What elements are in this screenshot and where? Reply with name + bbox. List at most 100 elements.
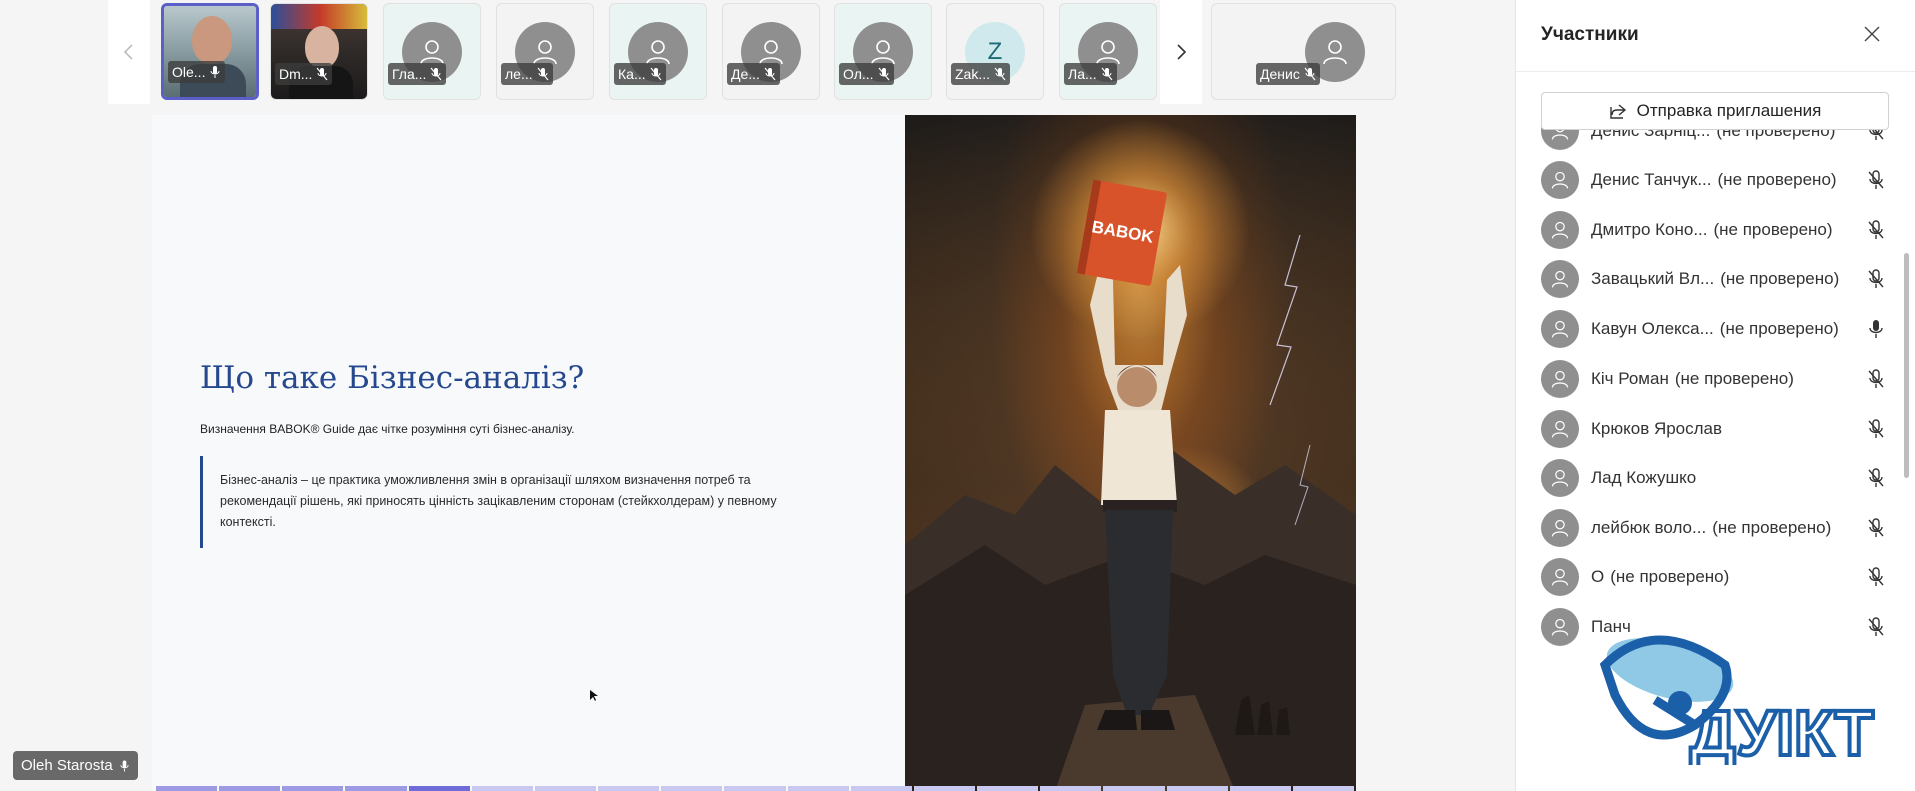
person-icon [1551,469,1569,487]
mic-off-icon [1868,567,1884,586]
participant-name: лейбюк воло... [1591,518,1707,537]
person-icon [646,39,670,64]
scrollbar[interactable] [1904,253,1909,478]
participant-tile[interactable]: ле... [496,3,594,100]
participant-tile[interactable]: Ка... [609,3,707,100]
person-icon [1551,270,1569,288]
participant-name: Дмитро Коно... [1591,220,1708,239]
mic-off-icon [1868,518,1884,537]
progress-segment[interactable] [913,786,976,791]
progress-segment[interactable] [977,786,1039,791]
verification-status: (не проверено) [1719,319,1839,338]
participant-name-label: Ole... [168,61,226,83]
overflow-tile[interactable]: Денис [1211,3,1396,100]
participant-row[interactable]: Завацький Вл... (не проверено) [1541,259,1884,299]
progress-segment[interactable] [156,786,218,791]
participant-tile[interactable]: Z Zak... [946,3,1044,100]
progress-segment[interactable] [345,786,407,791]
verification-status: (не проверено) [1713,220,1833,239]
person-icon [1551,568,1569,586]
participant-name-label: Ол... [839,63,894,85]
strip-prev-button[interactable] [108,0,150,104]
close-panel-button[interactable] [1860,22,1884,46]
progress-segment[interactable] [1040,786,1102,791]
progress-segment[interactable] [219,786,281,791]
mic-off-icon [1101,67,1113,81]
participant-tile[interactable]: Ла... [1059,3,1157,100]
institution-logo-watermark: ДУІКТ [1599,635,1876,765]
avatar [1541,459,1579,497]
definition-quote: Бізнес-аналіз – це практика уможливлення… [200,456,840,548]
person-icon [1551,370,1569,388]
send-invite-button[interactable]: Отправка приглашения [1541,92,1889,130]
send-invite-label: Отправка приглашения [1636,101,1822,120]
mic-off-icon [994,67,1006,81]
person-icon [420,39,444,64]
participant-name-label: Денис [1256,63,1320,85]
participant-row[interactable]: Крюков Ярослав [1541,409,1884,449]
participant-tile[interactable]: Dm... [270,3,368,100]
progress-segment[interactable] [787,786,849,791]
progress-segment[interactable] [1166,786,1228,791]
quote-line: Бізнес-аналіз – це практика уможливлення… [220,473,751,487]
avatar [1541,410,1579,448]
participant-name-label: Де... [727,63,780,85]
verification-status: (не проверено) [1610,567,1730,586]
progress-segment[interactable] [282,786,344,791]
participant-tile[interactable]: Гла... [383,3,481,100]
self-view-label: Oleh Starosta [13,751,138,780]
quote-line: контексті. [220,515,276,529]
progress-segment[interactable] [1229,786,1291,791]
mic-off-icon [650,67,662,81]
participant-row[interactable]: Денис Танчук... (не проверено) [1541,160,1884,200]
mic-off-icon [1868,220,1884,239]
participant-tile[interactable]: Ole... [161,3,259,100]
verification-status: (не проверено) [1717,170,1837,189]
participant-row[interactable]: Лад Кожушко [1541,458,1884,498]
person-icon [1551,420,1569,438]
mic-off-icon [1304,67,1316,81]
verification-status: (не проверено) [1720,269,1840,288]
participant-tile[interactable]: Де... [722,3,820,100]
participant-name: Денис Танчук... [1591,170,1712,189]
participant-row[interactable]: Кавун Олекса... (не проверено) [1541,309,1883,349]
participant-name: Лад Кожушко [1591,468,1697,487]
avatar [1541,211,1579,249]
participant-tile[interactable]: Ол... [834,3,932,100]
progress-segment[interactable] [408,786,470,791]
participant-name: Кавун Олекса... [1591,319,1714,338]
participant-row[interactable]: Дмитро Коно... (не проверено) [1541,210,1884,250]
share-icon [1609,104,1626,119]
participant-row[interactable]: О (не проверено) [1541,557,1884,597]
slide-subtitle: Визначення BABOK® Guide дає чітке розумі… [200,422,575,436]
mic-off-icon [1868,419,1884,438]
verification-status: (не проверено) [1712,518,1832,537]
participant-name-label: Ка... [614,63,666,85]
strip-next-button[interactable] [1160,0,1202,104]
person-icon [1551,618,1569,636]
progress-segment[interactable] [598,786,660,791]
svg-text:ДУІКТ: ДУІКТ [1690,697,1874,765]
progress-segment[interactable] [534,786,597,791]
avatar [1541,558,1579,596]
progress-segment[interactable] [1103,786,1165,791]
participant-name-label: Гла... [388,63,447,85]
mic-icon [1869,320,1883,338]
progress-segment[interactable] [1292,786,1354,791]
person-icon [1551,221,1569,239]
person-icon [1551,519,1569,537]
mouse-cursor [590,690,598,701]
participant-name: Кіч Роман [1591,369,1669,388]
participant-row[interactable]: лейбюк воло... (не проверено) [1541,508,1884,548]
person-icon [533,39,557,64]
divider [1516,71,1915,72]
verification-status: (не проверено) [1674,369,1794,388]
progress-segment[interactable] [471,786,533,791]
mic-off-icon [1868,170,1884,189]
progress-segment[interactable] [724,786,786,791]
progress-segment[interactable] [661,786,723,791]
chevron-left-icon [123,44,133,60]
progress-segment[interactable] [850,786,912,791]
participant-row[interactable]: Кіч Роман (не проверено) [1541,359,1884,399]
close-icon [1864,26,1880,42]
